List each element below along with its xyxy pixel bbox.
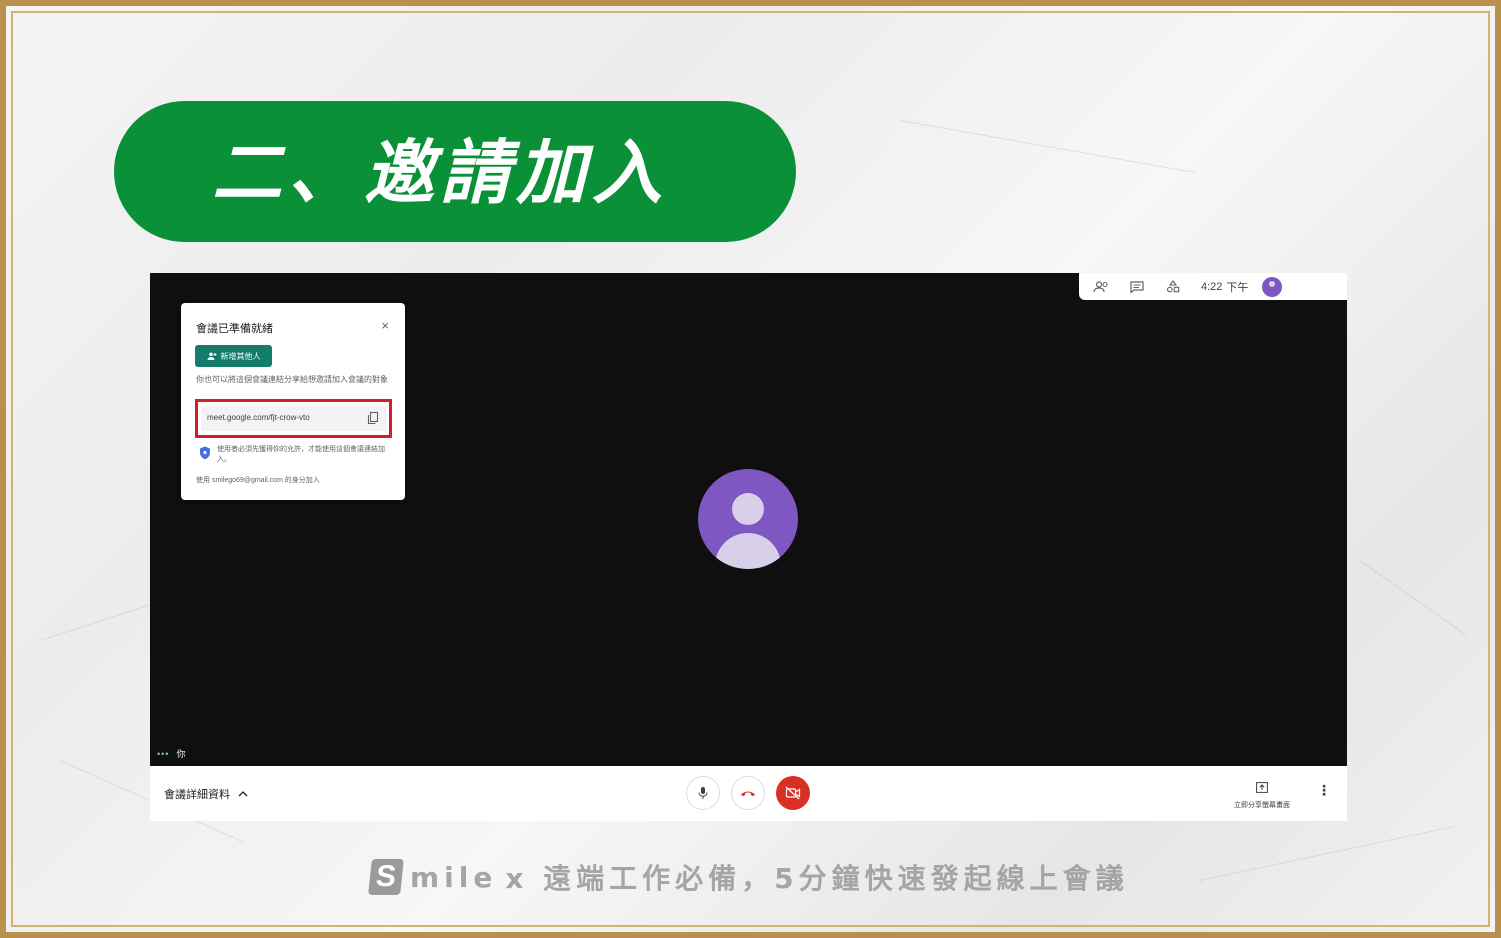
meet-bottombar: 會議詳細資料 立即分享螢幕畫面 ⋮ xyxy=(150,766,1347,821)
meeting-ready-dialog: 會議已準備就緒 × 新增其他人 你也可以將這個會議連結分享給想邀請加入會議的對象… xyxy=(181,303,405,500)
meeting-clock-suffix: 下午 xyxy=(1226,281,1249,294)
meeting-link-text: meet.google.com/fjt-crow-vto xyxy=(207,413,310,422)
add-person-icon xyxy=(207,352,216,360)
chevron-up-icon xyxy=(238,791,248,797)
footer-caption: x 遠端工作必備，5分鐘快速發起線上會議 xyxy=(505,862,1129,895)
meeting-details-toggle[interactable]: 會議詳細資料 xyxy=(164,786,248,802)
meeting-details-label: 會議詳細資料 xyxy=(164,789,230,801)
chat-icon[interactable] xyxy=(1123,277,1151,297)
avatar-head xyxy=(732,493,764,525)
mic-button[interactable] xyxy=(686,776,720,810)
smile-logo: S xyxy=(368,859,404,895)
meet-topbar: 4:22 下午 xyxy=(1079,273,1347,300)
more-options-icon[interactable]: ⋮ xyxy=(1317,783,1331,797)
dialog-description: 你也可以將這個會議連結分享給想邀請加入會議的對象 xyxy=(196,375,388,384)
meeting-clock: 4:22 xyxy=(1201,280,1223,293)
shield-icon xyxy=(200,446,210,460)
slide-footer: S mile x 遠端工作必備，5分鐘快速發起線上會議 xyxy=(368,857,1129,897)
camera-off-button[interactable] xyxy=(776,776,810,810)
audio-indicator-icon: ••• xyxy=(157,748,170,759)
footer-brand: mile xyxy=(410,860,498,894)
meet-window: 4:22 下午 會議已準備就緒 × 新增其他人 你也可以將這個會議連結分享給想邀… xyxy=(150,273,1347,821)
video-stage: 4:22 下午 會議已準備就緒 × 新增其他人 你也可以將這個會議連結分享給想邀… xyxy=(150,273,1347,766)
people-icon[interactable] xyxy=(1087,277,1115,297)
add-others-button[interactable]: 新增其他人 xyxy=(195,345,272,367)
participant-avatar xyxy=(698,469,798,569)
camera-off-icon xyxy=(785,786,801,800)
account-avatar[interactable] xyxy=(1262,276,1283,297)
add-others-label: 新增其他人 xyxy=(220,351,261,361)
avatar-body xyxy=(715,533,781,569)
dialog-security-note: 使用者必須先獲得你的允許，才能使用這個會議連結加入。 xyxy=(217,446,385,463)
meeting-link-field[interactable]: meet.google.com/fjt-crow-vto xyxy=(201,406,386,431)
activities-icon[interactable] xyxy=(1159,277,1187,297)
meeting-link-highlight: meet.google.com/fjt-crow-vto xyxy=(195,399,392,438)
copy-icon[interactable] xyxy=(366,411,380,425)
close-icon[interactable]: × xyxy=(381,318,389,333)
self-tile-label: ••• 你 xyxy=(157,747,185,760)
dialog-account-footer: 使用 smilego69@gmail.com 的身分加入 xyxy=(196,477,320,484)
mic-icon xyxy=(698,787,708,799)
hang-up-icon xyxy=(741,791,755,797)
slide-title: 二、邀請加入 xyxy=(212,132,668,214)
self-name: 你 xyxy=(176,749,186,759)
hang-up-button[interactable] xyxy=(731,776,765,810)
dialog-title: 會議已準備就緒 xyxy=(196,323,273,335)
present-now-button[interactable]: 立即分享螢幕畫面 xyxy=(1228,780,1296,810)
present-screen-icon xyxy=(1256,782,1268,793)
present-now-label: 立即分享螢幕畫面 xyxy=(1234,802,1290,809)
